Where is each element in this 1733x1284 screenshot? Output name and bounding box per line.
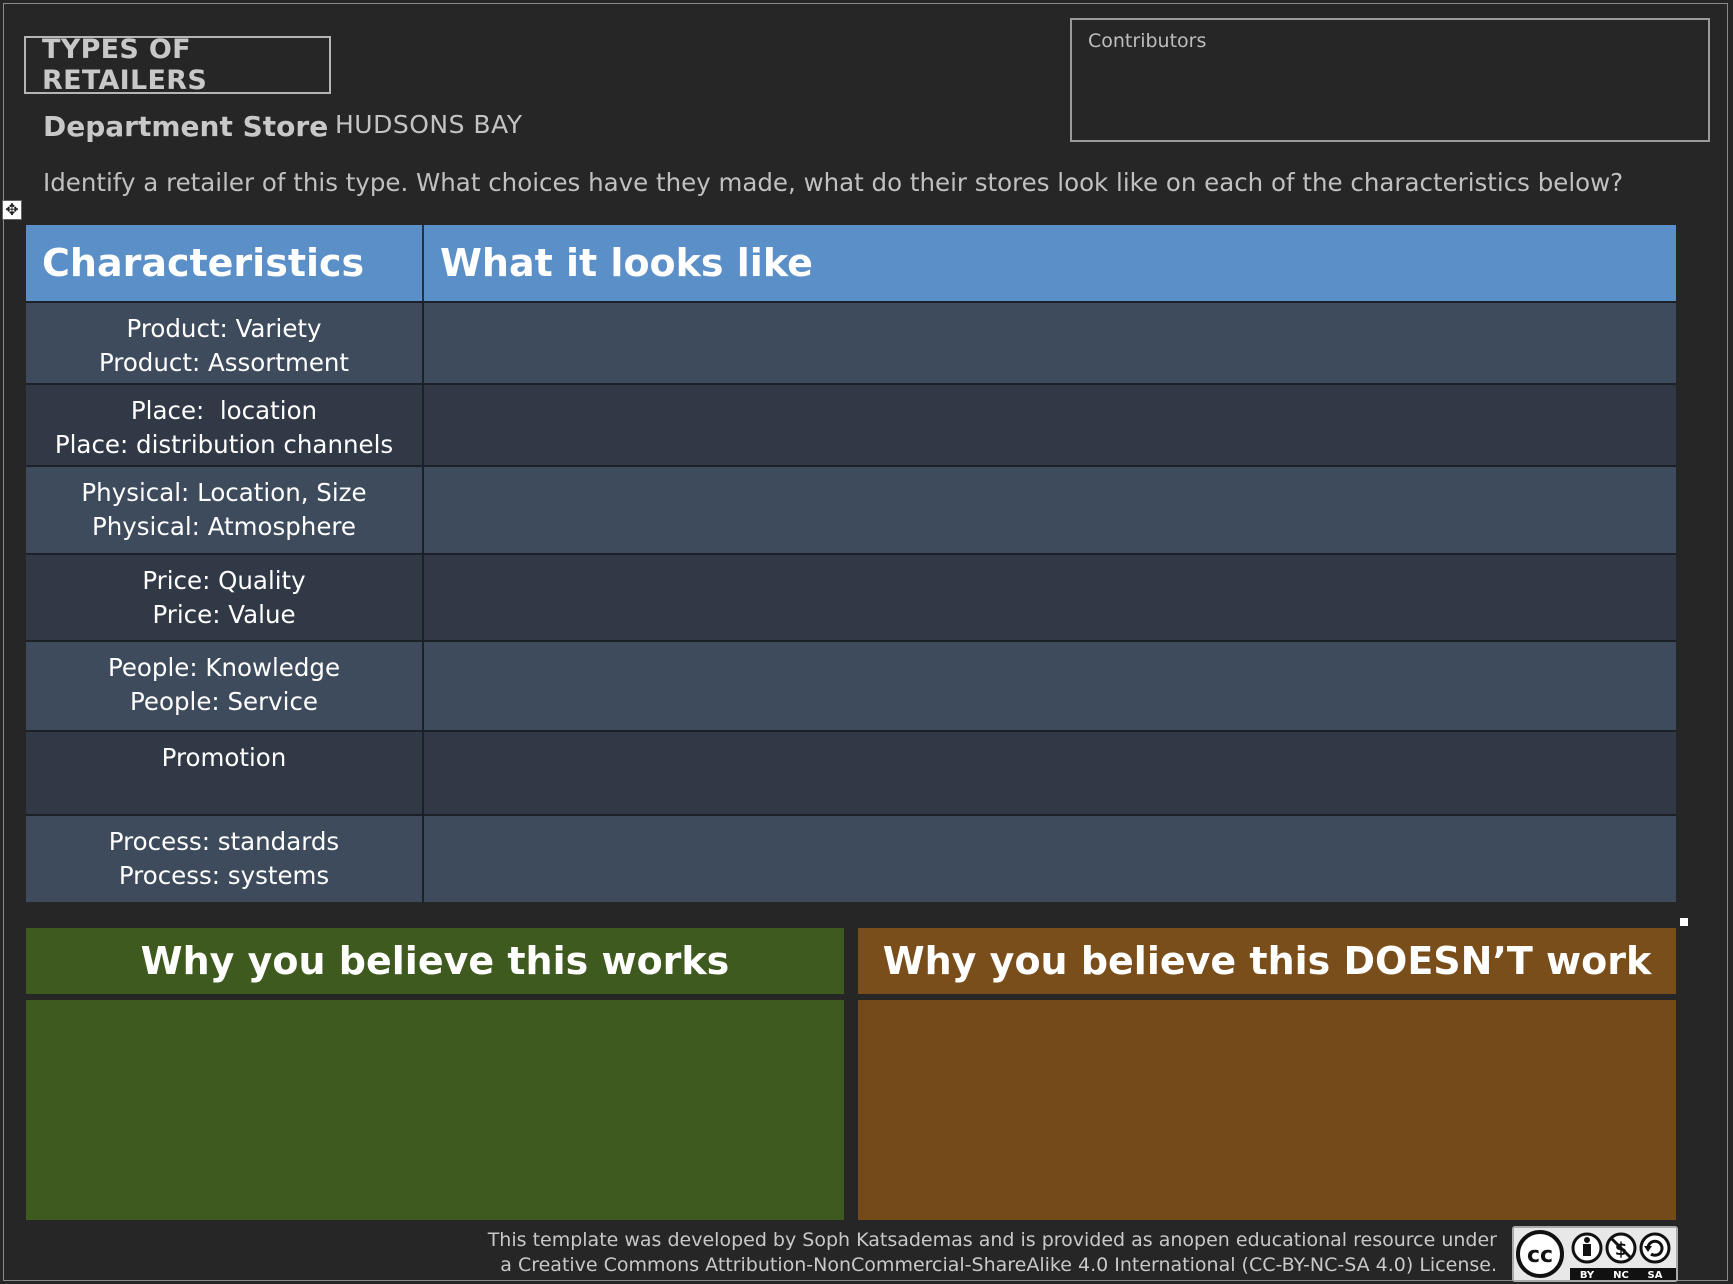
cc-license-badge: cc $ BY NC SA (1512, 1226, 1678, 1282)
doesnt-work-input-area[interactable] (858, 1000, 1676, 1220)
license-footer: This template was developed by Soph Kats… (488, 1228, 1497, 1278)
characteristic-line: Price: Value (152, 600, 296, 629)
works-panel: Why you believe this works (26, 928, 844, 1220)
header-characteristics: Characteristics (26, 225, 424, 301)
header-what-it-looks-like: What it looks like (440, 241, 813, 285)
table-row-people: People: Knowledge People: Service (26, 640, 1676, 730)
characteristic-cell: Place: location Place: distribution chan… (26, 385, 424, 465)
sa-label: SA (1648, 1270, 1663, 1280)
table-move-handle-icon[interactable]: ✥ (2, 200, 22, 220)
instructions-text: Identify a retailer of this type. What c… (43, 168, 1624, 197)
description-cell-process[interactable] (424, 816, 1676, 902)
characteristic-cell: Physical: Location, Size Physical: Atmos… (26, 467, 424, 553)
description-cell-promotion[interactable] (424, 732, 1676, 814)
characteristic-cell: Price: Quality Price: Value (26, 555, 424, 640)
works-input-area[interactable] (26, 1000, 844, 1220)
table-row-physical: Physical: Location, Size Physical: Atmos… (26, 465, 1676, 553)
description-cell-people[interactable] (424, 642, 1676, 730)
table-row-price: Price: Quality Price: Value (26, 553, 1676, 640)
description-cell-place[interactable] (424, 385, 1676, 465)
contributors-box[interactable]: Contributors (1070, 18, 1710, 142)
characteristic-cell: Process: standards Process: systems (26, 816, 424, 902)
works-heading: Why you believe this works (26, 928, 844, 994)
characteristic-line: Price: Quality (142, 566, 306, 595)
cc-logo-text: cc (1527, 1243, 1553, 1268)
contributors-label: Contributors (1088, 30, 1207, 52)
cc-license-icon: cc $ BY NC SA (1514, 1228, 1676, 1281)
characteristic-cell: Promotion (26, 732, 424, 814)
nc-label: NC (1613, 1270, 1629, 1280)
doesnt-work-heading: Why you believe this DOESN’T work (858, 928, 1676, 994)
footer-line-1: This template was developed by Soph Kats… (487, 1229, 1497, 1251)
characteristic-cell: People: Knowledge People: Service (26, 642, 424, 730)
characteristic-line: Place: distribution channels (54, 430, 394, 459)
description-cell-physical[interactable] (424, 467, 1676, 553)
sharealike-icon (1639, 1232, 1671, 1264)
characteristics-table: Characteristics What it looks like Produ… (26, 225, 1676, 902)
description-cell-price[interactable] (424, 555, 1676, 640)
characteristic-line: Product: Assortment (98, 348, 350, 377)
doesnt-work-panel: Why you believe this DOESN’T work (858, 928, 1676, 1220)
table-row-process: Process: standards Process: systems (26, 814, 1676, 902)
characteristic-line: Promotion (161, 743, 287, 772)
table-row-promotion: Promotion (26, 730, 1676, 814)
verdict-section: Why you believe this works Why you belie… (26, 928, 1676, 1220)
characteristic-line: People: Service (130, 687, 318, 716)
characteristic-line: Place: location (130, 396, 318, 425)
characteristic-line: Physical: Atmosphere (91, 512, 357, 541)
by-label: BY (1580, 1270, 1595, 1280)
characteristic-line: Process: systems (118, 861, 330, 890)
resize-handle-icon[interactable] (1680, 918, 1688, 926)
characteristic-line: Process: standards (108, 827, 340, 856)
footer-line-2: a Creative Commons Attribution-NonCommer… (500, 1254, 1497, 1276)
characteristic-line: Product: Variety (126, 314, 322, 343)
table-row-place: Place: location Place: distribution chan… (26, 383, 1676, 465)
description-cell-product[interactable] (424, 303, 1676, 383)
characteristic-cell: Product: Variety Product: Assortment (26, 303, 424, 383)
table-header-row: Characteristics What it looks like (26, 225, 1676, 301)
characteristic-line: Physical: Location, Size (81, 478, 367, 507)
retailer-name-field[interactable]: HUDSONS BAY (335, 110, 523, 139)
worksheet-title: TYPES OF RETAILERS (24, 34, 331, 96)
table-row-product: Product: Variety Product: Assortment (26, 301, 1676, 383)
characteristic-line: People: Knowledge (107, 653, 341, 682)
retailer-type-label: Department Store (43, 110, 329, 143)
